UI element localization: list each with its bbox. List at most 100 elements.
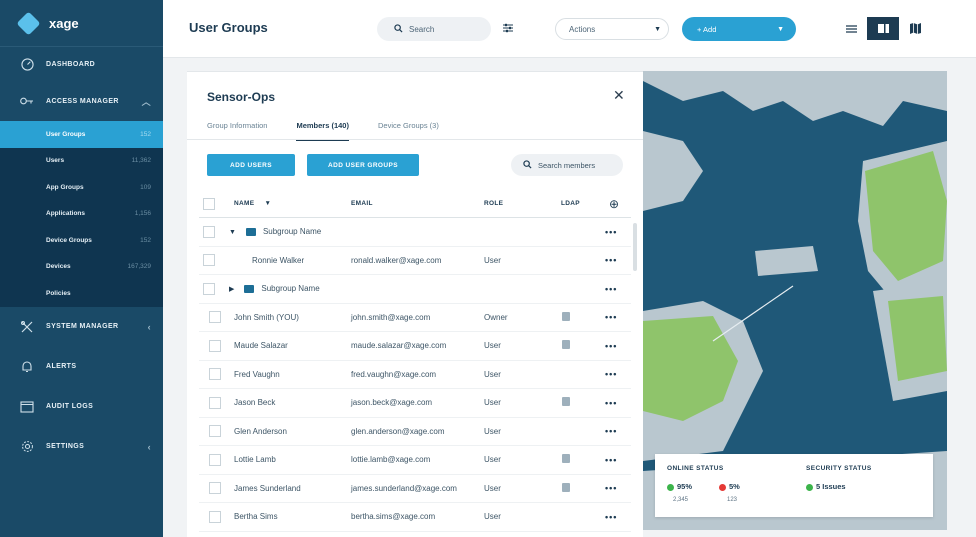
row-checkbox[interactable] [209,396,221,409]
gear-icon [20,440,34,454]
add-column-icon[interactable]: ⊕ [609,197,620,211]
row-checkbox[interactable] [209,510,221,523]
row-checkbox[interactable] [209,339,221,352]
email-cell: maude.salazar@xage.com [351,341,447,351]
member-name: John Smith (YOU) [234,312,299,322]
sidebar-item-users[interactable]: Users 11,362 [0,148,163,175]
more-options-icon[interactable]: ••• [605,512,617,522]
ldap-icon [562,454,570,464]
add-users-button[interactable]: ADD USERS [207,154,295,176]
nav-settings[interactable]: SETTINGS ‹ [0,427,163,467]
table-row[interactable]: Jason Beck jason.beck@xage.com User ••• [199,389,631,418]
more-options-icon[interactable]: ••• [605,483,617,493]
search-input[interactable]: Search [377,17,491,41]
row-checkbox[interactable] [203,225,215,238]
add-user-groups-button[interactable]: ADD USER GROUPS [307,154,419,176]
select-all-checkbox[interactable] [203,197,215,210]
sidebar-item-device-groups[interactable]: Device Groups 152 [0,227,163,254]
sidebar-item-label: User Groups [46,130,86,138]
nav-system-manager[interactable]: SYSTEM MANAGER ‹ [0,307,163,347]
offline-count: 123 [727,497,738,503]
split-view-icon[interactable] [867,17,899,40]
tab-device-groups[interactable]: Device Groups (3) [378,121,439,141]
sidebar-item-devices[interactable]: Devices 167,329 [0,254,163,281]
row-checkbox[interactable] [203,282,215,295]
role-cell: User [484,483,501,493]
member-search-input[interactable]: Search members [511,154,623,176]
table-row[interactable]: John Smith (YOU) john.smith@xage.com Own… [199,304,631,332]
more-options-icon[interactable]: ••• [605,227,617,237]
more-options-icon[interactable]: ••• [605,455,617,465]
caret-right-icon[interactable]: ▶ [229,286,234,293]
access-manager-submenu: User Groups 152 Users 11,362 App Groups 109… [0,121,163,307]
subgroup-name: Subgroup Name [262,227,322,237]
role-cell: User [484,512,501,522]
more-options-icon[interactable]: ••• [605,426,617,436]
sidebar-item-user-groups[interactable]: User Groups 152 [0,121,163,148]
more-options-icon[interactable]: ••• [605,255,617,265]
email-cell: bertha.sims@xage.com [351,512,436,522]
row-checkbox[interactable] [209,311,221,324]
table-row[interactable]: Lottie Lamb lottie.lamb@xage.com User ••… [199,446,631,475]
sidebar-item-policies[interactable]: Policies [0,280,163,307]
chevron-left-icon: ‹ [147,321,151,332]
table-row[interactable]: Maude Salazar maude.salazar@xage.com Use… [199,332,631,361]
table-row[interactable]: Ronnie Walker ronald.walker@xage.com Use… [199,247,631,275]
tab-group-information[interactable]: Group Information [207,121,267,141]
list-view-icon[interactable] [835,17,867,40]
more-options-icon[interactable]: ••• [605,398,617,408]
tab-members[interactable]: Members (140) [296,121,349,141]
map-view-icon[interactable] [899,17,931,40]
table-row[interactable]: Fred Vaughn fred.vaughn@xage.com User ••… [199,361,631,389]
ldap-cell [562,340,572,351]
group-detail-panel: Sensor-Ops ✕ Group Information Members (… [187,71,643,537]
sidebar-item-applications[interactable]: Applications 1,156 [0,201,163,228]
caret-down-icon[interactable]: ▼ [229,229,236,236]
nav-access-manager[interactable]: ACCESS MANAGER ︿ [0,81,163,121]
actions-dropdown[interactable]: Actions ▼ [555,18,669,40]
row-checkbox[interactable] [209,482,221,495]
role-cell: Owner [484,312,508,322]
table-row[interactable]: Bertha Sims bertha.sims@xage.com User ••… [199,503,631,532]
row-checkbox[interactable] [203,254,215,267]
name-cell: Fred Vaughn [234,370,280,379]
subgroup-row[interactable]: ▼ Subgroup Name ••• [199,218,631,247]
chevron-up-icon: ︿ [141,96,151,107]
key-icon [20,94,34,108]
name-cell: Jason Beck [234,398,275,407]
status-card: ONLINE STATUS SECURITY STATUS 95% 5% 2,3… [655,454,933,517]
security-dot-icon [806,483,813,491]
more-options-icon[interactable]: ••• [605,284,617,294]
member-name: Maude Salazar [234,341,288,351]
row-checkbox[interactable] [209,368,221,381]
column-name-header[interactable]: NAME ▼ [234,200,271,207]
table-row[interactable]: James Sunderland james.sunderland@xage.c… [199,475,631,503]
scrollbar[interactable] [633,223,637,271]
subgroup-row[interactable]: ▶ Subgroup Name ••• [199,275,631,304]
more-options-icon[interactable]: ••• [605,312,617,322]
online-pct-value: 95% [677,482,693,491]
row-checkbox[interactable] [209,453,221,466]
online-count: 2,345 [673,497,689,503]
ldap-cell [562,397,572,408]
sidebar-item-app-groups[interactable]: App Groups 109 [0,174,163,201]
group-tabs: Group Information Members (140) Device G… [207,121,468,141]
table-row[interactable]: Glen Anderson glen.anderson@xage.com Use… [199,418,631,446]
tools-icon [20,320,34,334]
close-icon[interactable]: ✕ [613,87,625,104]
column-ldap-header: LDAP [561,200,580,207]
nav-alerts[interactable]: ALERTS [0,347,163,387]
table-header: NAME ▼ EMAIL ROLE LDAP ⊕ [199,190,631,218]
security-issues[interactable]: 5 Issues [806,482,846,491]
member-name: Lottie Lamb [234,455,276,465]
add-button[interactable]: + Add ▼ [682,17,796,41]
nav-dashboard[interactable]: DASHBOARD [0,47,163,81]
filter-sliders-icon[interactable] [502,23,514,36]
logo[interactable]: xage [0,0,163,47]
row-checkbox[interactable] [209,425,221,438]
xage-logo-icon [16,10,41,36]
more-options-icon[interactable]: ••• [605,369,617,379]
more-options-icon[interactable]: ••• [605,341,617,351]
nav-audit-logs[interactable]: AUDIT LOGS [0,387,163,427]
name-cell: ▶ Subgroup Name [229,284,320,293]
